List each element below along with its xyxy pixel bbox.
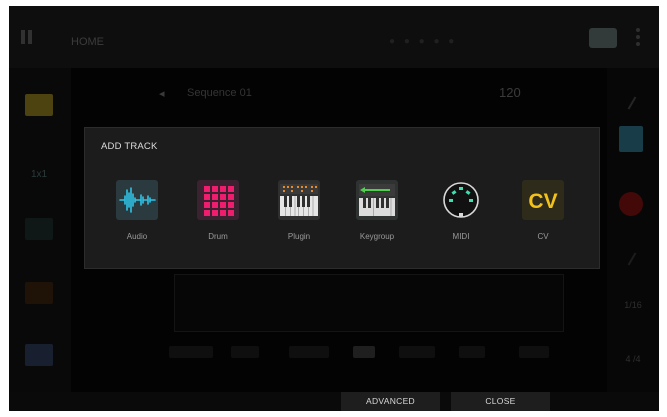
dialog-title: ADD TRACK [101, 141, 158, 152]
keygroup-keyboard-icon [356, 180, 398, 220]
track-option-label: Audio [126, 232, 148, 241]
track-option-label: Drum [208, 232, 228, 241]
top-toggle-button[interactable] [589, 28, 617, 48]
background-controls-row [169, 344, 569, 360]
track-option-label: MIDI [452, 232, 470, 241]
kebab-menu-icon[interactable] [636, 28, 642, 50]
top-status-dots: ● ● ● ● ● [389, 36, 458, 47]
track-option-audio[interactable]: Audio [110, 180, 164, 252]
keyboard-synth-icon [278, 180, 320, 220]
track-option-label: Keygroup [359, 232, 395, 241]
record-icon[interactable] [619, 192, 643, 216]
track-option-drum[interactable]: Drum [191, 180, 245, 252]
left-rail: 1x1 [9, 68, 71, 411]
top-bar: HOME ● ● ● ● ● [9, 6, 659, 68]
midi-din-icon [440, 180, 482, 220]
sequence-bar: ◂ Sequence 01 120 [159, 84, 539, 106]
rail-tile-browser[interactable] [25, 282, 53, 304]
rail-tile-grid[interactable]: 1x1 [25, 164, 53, 186]
timing-correct-value[interactable]: 1/16 [615, 300, 651, 310]
cv-icon: CV [522, 180, 564, 220]
edit-icon[interactable] [627, 96, 637, 110]
sequence-name[interactable]: Sequence 01 [187, 87, 252, 99]
track-option-plugin[interactable]: Plugin [272, 180, 326, 252]
top-title: HOME [71, 36, 104, 48]
track-option-keygroup[interactable]: Keygroup [350, 180, 404, 252]
rail-tile-main[interactable] [25, 94, 53, 116]
right-rail: 1/16 4 /4 [607, 68, 659, 411]
screen: HOME ● ● ● ● ● 1x1 1/16 4 /4 ◂ Sequence … [9, 6, 659, 411]
background-panel [174, 274, 564, 332]
track-option-cv[interactable]: CV CV [516, 180, 570, 252]
track-option-midi[interactable]: MIDI [434, 180, 488, 252]
bottom-bar: ADVANCED CLOSE [9, 392, 659, 411]
add-track-dialog: ADD TRACK Audio Drum Plugin Keygroup MID… [84, 127, 600, 269]
bpm-value[interactable]: 120 [499, 85, 521, 100]
advanced-button[interactable]: ADVANCED [340, 392, 440, 411]
track-option-label: CV [537, 232, 549, 241]
rail-tile-pads[interactable] [25, 218, 53, 240]
drum-pads-icon [197, 180, 239, 220]
pencil-icon[interactable] [627, 252, 637, 266]
rail-tile-mixer[interactable] [25, 344, 53, 366]
time-signature-value[interactable]: 4 /4 [615, 354, 651, 364]
cv-glyph: CV [528, 190, 557, 213]
menu-icon[interactable] [21, 30, 39, 44]
close-button[interactable]: CLOSE [450, 392, 550, 411]
waveform-icon [116, 180, 158, 220]
sequence-left-arrow-icon[interactable]: ◂ [159, 87, 165, 100]
track-option-label: Plugin [287, 232, 311, 241]
right-rail-blue-button[interactable] [619, 126, 643, 152]
